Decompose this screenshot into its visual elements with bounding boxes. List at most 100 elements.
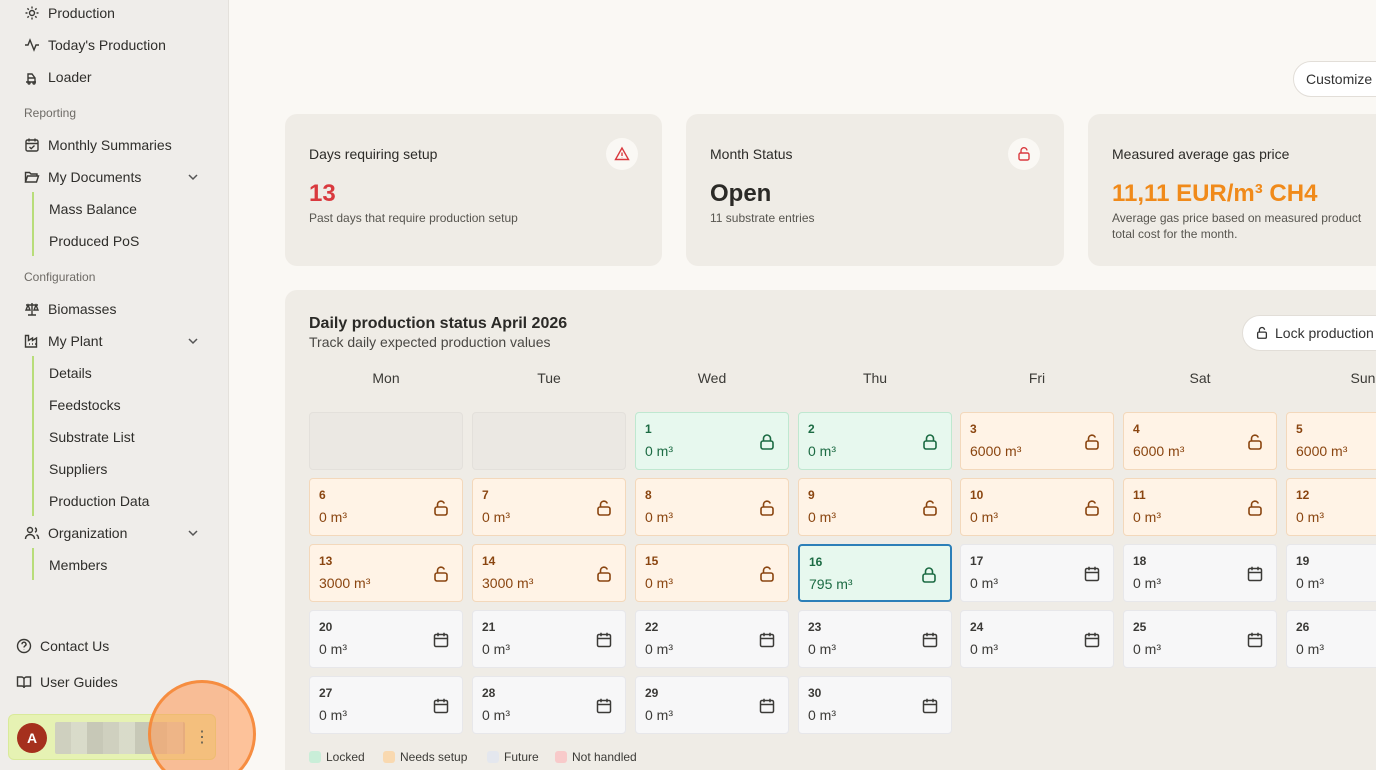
day-production-value: 0 m³: [970, 509, 998, 525]
day-number: 10: [970, 488, 984, 502]
legend-item: Future: [487, 750, 539, 764]
day-number: 11: [1133, 488, 1146, 502]
folder-open-icon: [24, 169, 40, 185]
sidebar-item-label: Biomasses: [48, 301, 117, 317]
day-number: 19: [1296, 554, 1310, 568]
calendar-day-20[interactable]: 20 0 m³: [309, 610, 463, 668]
users-icon: [24, 525, 40, 541]
sidebar-item-my-plant[interactable]: My Plant: [14, 326, 210, 356]
sidebar-subitem-suppliers[interactable]: Suppliers: [49, 454, 107, 484]
sidebar-item-label: Today's Production: [48, 37, 166, 53]
contact-us-link[interactable]: Contact Us: [16, 638, 109, 654]
day-number: 16: [809, 555, 823, 569]
calendar-icon: [1083, 565, 1101, 583]
calendar-day-18[interactable]: 18 0 m³: [1123, 544, 1277, 602]
sidebar-item-loader[interactable]: Loader: [14, 62, 210, 92]
unlock-icon: [432, 499, 450, 517]
calendar-day-4[interactable]: 4 6000 m³: [1123, 412, 1277, 470]
calendar-day-27[interactable]: 27 0 m³: [309, 676, 463, 734]
sidebar-subitem-production-data[interactable]: Production Data: [49, 486, 149, 516]
calendar-day-11[interactable]: 11 0 m³: [1123, 478, 1277, 536]
day-production-value: 0 m³: [645, 641, 673, 657]
calendar-day-15[interactable]: 15 0 m³: [635, 544, 789, 602]
legend-item: Locked: [309, 750, 365, 764]
calendar-day-14[interactable]: 14 3000 m³: [472, 544, 626, 602]
sidebar-item-label: Production: [48, 5, 115, 21]
lock-icon: [921, 433, 939, 451]
submenu-guide-line: [32, 356, 34, 516]
calendar-day-2[interactable]: 2 0 m³: [798, 412, 952, 470]
day-number: 3: [970, 422, 977, 436]
sidebar-item-production[interactable]: Production: [14, 0, 210, 28]
sidebar: Production Today's Production Loader Rep…: [0, 0, 229, 770]
stat-card-gas-price: Measured average gas price 11,11 EUR/m³ …: [1088, 114, 1376, 266]
day-production-value: 0 m³: [645, 443, 673, 459]
sidebar-subitem-mass-balance[interactable]: Mass Balance: [49, 194, 137, 224]
calendar-icon: [595, 697, 613, 715]
sidebar-subitem-feedstocks[interactable]: Feedstocks: [49, 390, 121, 420]
calendar-day-3[interactable]: 3 6000 m³: [960, 412, 1114, 470]
day-number: 8: [645, 488, 652, 502]
calendar-check-icon: [24, 137, 40, 153]
calendar-day-9[interactable]: 9 0 m³: [798, 478, 952, 536]
lock-icon: [920, 566, 938, 584]
more-options-icon[interactable]: ⋮: [194, 729, 210, 747]
day-number: 4: [1133, 422, 1140, 436]
calendar-day-21[interactable]: 21 0 m³: [472, 610, 626, 668]
calendar-day-25[interactable]: 25 0 m³: [1123, 610, 1277, 668]
day-number: 22: [645, 620, 659, 634]
day-production-value: 0 m³: [970, 641, 998, 657]
calendar-icon: [1246, 631, 1264, 649]
sidebar-item-label: Monthly Summaries: [48, 137, 172, 153]
calendar-day-30[interactable]: 30 0 m³: [798, 676, 952, 734]
calendar-day-13[interactable]: 13 3000 m³: [309, 544, 463, 602]
chevron-down-icon: [186, 334, 200, 348]
user-guides-link[interactable]: User Guides: [16, 674, 118, 690]
sidebar-item-organization[interactable]: Organization: [14, 518, 210, 548]
calendar-day-23[interactable]: 23 0 m³: [798, 610, 952, 668]
day-number: 30: [808, 686, 822, 700]
calendar-day-28[interactable]: 28 0 m³: [472, 676, 626, 734]
calendar-day-17[interactable]: 17 0 m³: [960, 544, 1114, 602]
calendar-day-24[interactable]: 24 0 m³: [960, 610, 1114, 668]
calendar-day-1[interactable]: 1 0 m³: [635, 412, 789, 470]
calendar-day-22[interactable]: 22 0 m³: [635, 610, 789, 668]
calendar-day-10[interactable]: 10 0 m³: [960, 478, 1114, 536]
sidebar-item-monthly-summaries[interactable]: Monthly Summaries: [14, 130, 210, 160]
calendar-day-6[interactable]: 6 0 m³: [309, 478, 463, 536]
lock-production-button[interactable]: Lock production: [1242, 315, 1376, 351]
calendar-day-19[interactable]: 19 0 m³: [1286, 544, 1376, 602]
customize-button[interactable]: Customize: [1293, 61, 1376, 97]
legend-label: Not handled: [572, 750, 637, 764]
calendar-day-26[interactable]: 26 0 m³: [1286, 610, 1376, 668]
unlock-icon: [758, 565, 776, 583]
day-number: 2: [808, 422, 815, 436]
day-number: 12: [1296, 488, 1310, 502]
day-production-value: 6000 m³: [1296, 443, 1348, 459]
stat-value: Open: [710, 180, 772, 207]
day-production-value: 0 m³: [482, 641, 510, 657]
calendar-day-8[interactable]: 8 0 m³: [635, 478, 789, 536]
calendar-day-16[interactable]: 16 795 m³: [798, 544, 952, 602]
sidebar-item-label: My Plant: [48, 333, 103, 349]
calendar-day-12[interactable]: 12 0 m³: [1286, 478, 1376, 536]
calendar-day-7[interactable]: 7 0 m³: [472, 478, 626, 536]
activity-icon: [24, 37, 40, 53]
calendar-panel: Daily production status April 2026 Track…: [285, 290, 1376, 770]
sidebar-item-my-documents[interactable]: My Documents: [14, 162, 210, 192]
unlock-icon: [595, 499, 613, 517]
calendar-day-29[interactable]: 29 0 m³: [635, 676, 789, 734]
gear-icon: [24, 5, 40, 21]
calendar-icon: [758, 697, 776, 715]
legend-swatch: [555, 751, 567, 763]
sidebar-item-todays-production[interactable]: Today's Production: [14, 30, 210, 60]
sidebar-subitem-substrate-list[interactable]: Substrate List: [49, 422, 135, 452]
day-number: 5: [1296, 422, 1303, 436]
calendar-day-5[interactable]: 5 6000 m³: [1286, 412, 1376, 470]
sidebar-subitem-members[interactable]: Members: [49, 550, 107, 580]
legend-swatch: [309, 751, 321, 763]
sidebar-subitem-details[interactable]: Details: [49, 358, 92, 388]
calendar-empty-cell: [472, 412, 626, 470]
sidebar-subitem-produced-pos[interactable]: Produced PoS: [49, 226, 139, 256]
sidebar-item-biomasses[interactable]: Biomasses: [14, 294, 210, 324]
